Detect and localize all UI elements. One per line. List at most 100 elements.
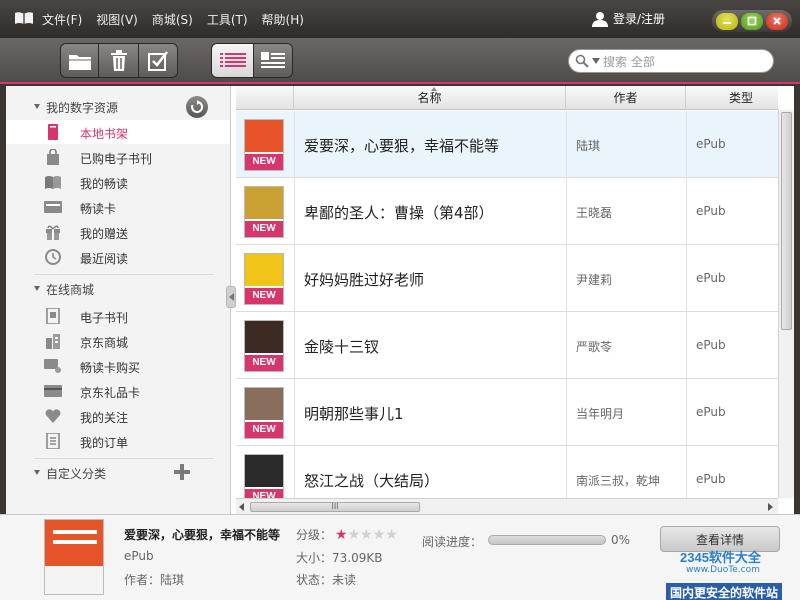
login-register-link[interactable]: 登录/注册 [591,10,665,27]
horizontal-scrollbar[interactable]: III [236,498,778,514]
cover-art [245,254,283,286]
sidebar-item-ebooks[interactable]: 电子书刊 [6,304,230,328]
book-type: ePub [696,204,726,218]
info-rating: 分级： ★★★★★ [296,526,398,543]
column-divider [566,312,567,379]
watermark-line2: www.DuoTe.com [686,565,760,575]
divider [34,274,214,275]
new-badge: NEW [245,355,283,371]
collapse-arrow-icon [34,104,40,109]
header-author[interactable]: 作者 [566,86,686,110]
menu-help[interactable]: 帮助(H) [262,11,304,28]
column-divider [686,111,687,178]
user-icon [592,11,608,27]
heart-icon [44,408,62,424]
detail-view-icon [261,51,285,68]
sidebar-item-jd-giftcard[interactable]: 京东礼品卡 [6,379,230,403]
book-cover-thumbnail: NEW [244,387,284,439]
add-category-icon[interactable] [174,464,190,480]
book-title: 怒江之战（大结局） [304,472,440,490]
store-icon [44,333,62,349]
sidebar-item-purchased[interactable]: 已购电子书刊 [6,145,230,169]
menu-store[interactable]: 商城(S) [152,11,193,28]
folder-icon [68,54,91,70]
info-book-format: ePub [124,549,154,563]
sidebar-item-label: 电子书刊 [80,311,129,325]
star-empty-icon[interactable]: ★ [385,527,398,543]
star-empty-icon[interactable]: ★ [360,527,373,543]
scroll-left-icon[interactable] [239,503,244,511]
sidebar-item-label: 畅读卡 [80,202,117,216]
info-file-size: 大小：73.09KB [296,551,383,565]
book-cover-thumbnail: NEW [244,119,284,171]
book-author: 尹建莉 [576,273,613,287]
column-divider [566,178,567,245]
star-empty-icon[interactable]: ★ [373,527,386,543]
sidebar-item-jd-store[interactable]: 京东商城 [6,329,230,353]
select-all-button[interactable] [139,44,177,77]
column-divider [686,245,687,312]
book-title: 明朝那些事儿1 [304,405,404,423]
book-cover-thumbnail: NEW [244,253,284,305]
book-type: ePub [696,338,726,352]
app-logo-icon [15,12,33,24]
sidebar-item-label: 我的订单 [80,436,129,450]
refresh-button[interactable] [186,96,208,118]
column-divider [566,446,567,498]
minimize-button[interactable] [716,12,739,30]
sidebar-item-reading-card[interactable]: 畅读卡 [6,195,230,219]
menu-file[interactable]: 文件(F) [42,11,82,28]
section-custom-category[interactable]: 自定义分类 [6,462,231,484]
list-view-button[interactable] [212,44,254,77]
sidebar-collapse-handle[interactable] [226,286,236,308]
column-divider [294,178,295,245]
close-button[interactable] [765,12,788,30]
rating-stars[interactable]: ★★★★★ [335,527,398,543]
table-row[interactable]: NEW 好妈妈胜过好老师 尹建莉 ePub [236,245,778,312]
vertical-scrollbar[interactable] [778,110,794,498]
book-info-panel: 爱要深，心要狠，幸福不能等 ePub 作者：陆琪 分级： ★★★★★ 大小：73… [0,514,800,600]
main-area: 我的数字资源 本地书架 已购电子书刊 我的畅读 畅读卡 我的赠送 最近阅读 在线… [6,86,794,514]
delete-button[interactable] [99,44,139,77]
menu-tools[interactable]: 工具(T) [207,11,248,28]
table-row[interactable]: NEW 金陵十三钗 严歌苓 ePub [236,312,778,379]
sidebar-item-orders[interactable]: 我的订单 [6,429,230,453]
horizontal-scroll-thumb[interactable]: III [250,502,420,512]
sidebar-item-following[interactable]: 我的关注 [6,404,230,428]
sidebar-item-gifts[interactable]: 我的赠送 [6,220,230,244]
title-bar: 文件(F) 视图(V) 商城(S) 工具(T) 帮助(H) 登录/注册 [0,0,800,38]
section-online-store[interactable]: 在线商城 [6,278,231,300]
sidebar-item-local-shelf[interactable]: 本地书架 [6,120,230,144]
maximize-button[interactable] [740,12,763,30]
search-input[interactable]: 搜索 全部 [568,49,774,73]
view-mode-group [211,43,293,78]
scroll-right-icon[interactable] [768,503,773,511]
header-type[interactable]: 类型 [686,86,778,110]
info-read-status: 状态：未读 [296,573,357,587]
book-type: ePub [696,472,726,486]
sidebar-item-label: 京东商城 [80,336,129,350]
table-row[interactable]: NEW 明朝那些事儿1 当年明月 ePub [236,379,778,446]
new-badge: NEW [245,422,283,438]
ebook-icon [44,308,62,324]
vertical-scroll-thumb[interactable] [781,112,792,330]
login-label: 登录/注册 [613,12,666,26]
menu-view[interactable]: 视图(V) [96,11,138,28]
sidebar-item-label: 我的关注 [80,411,129,425]
header-cover [236,86,294,110]
column-divider [294,111,295,178]
header-name[interactable]: 名称 [294,86,566,110]
sidebar-item-my-reading[interactable]: 我的畅读 [6,170,230,194]
collapse-arrow-icon [34,286,40,291]
open-folder-button[interactable] [61,44,99,77]
sidebar-item-buy-card[interactable]: 畅读卡购买 [6,354,230,378]
star-empty-icon[interactable]: ★ [348,527,361,543]
star-filled-icon[interactable]: ★ [335,527,348,543]
chevron-down-icon[interactable] [592,58,600,64]
table-row[interactable]: NEW 怒江之战（大结局） 南派三叔，乾坤 ePub [236,446,778,498]
column-divider [566,245,567,312]
detail-view-button[interactable] [254,44,292,77]
table-row[interactable]: NEW 卑鄙的圣人：曹操（第4部） 王晓磊 ePub [236,178,778,245]
table-row[interactable]: NEW 爱要深，心要狠，幸福不能等 陆琪 ePub [236,111,778,178]
sidebar-item-recent[interactable]: 最近阅读 [6,245,230,269]
